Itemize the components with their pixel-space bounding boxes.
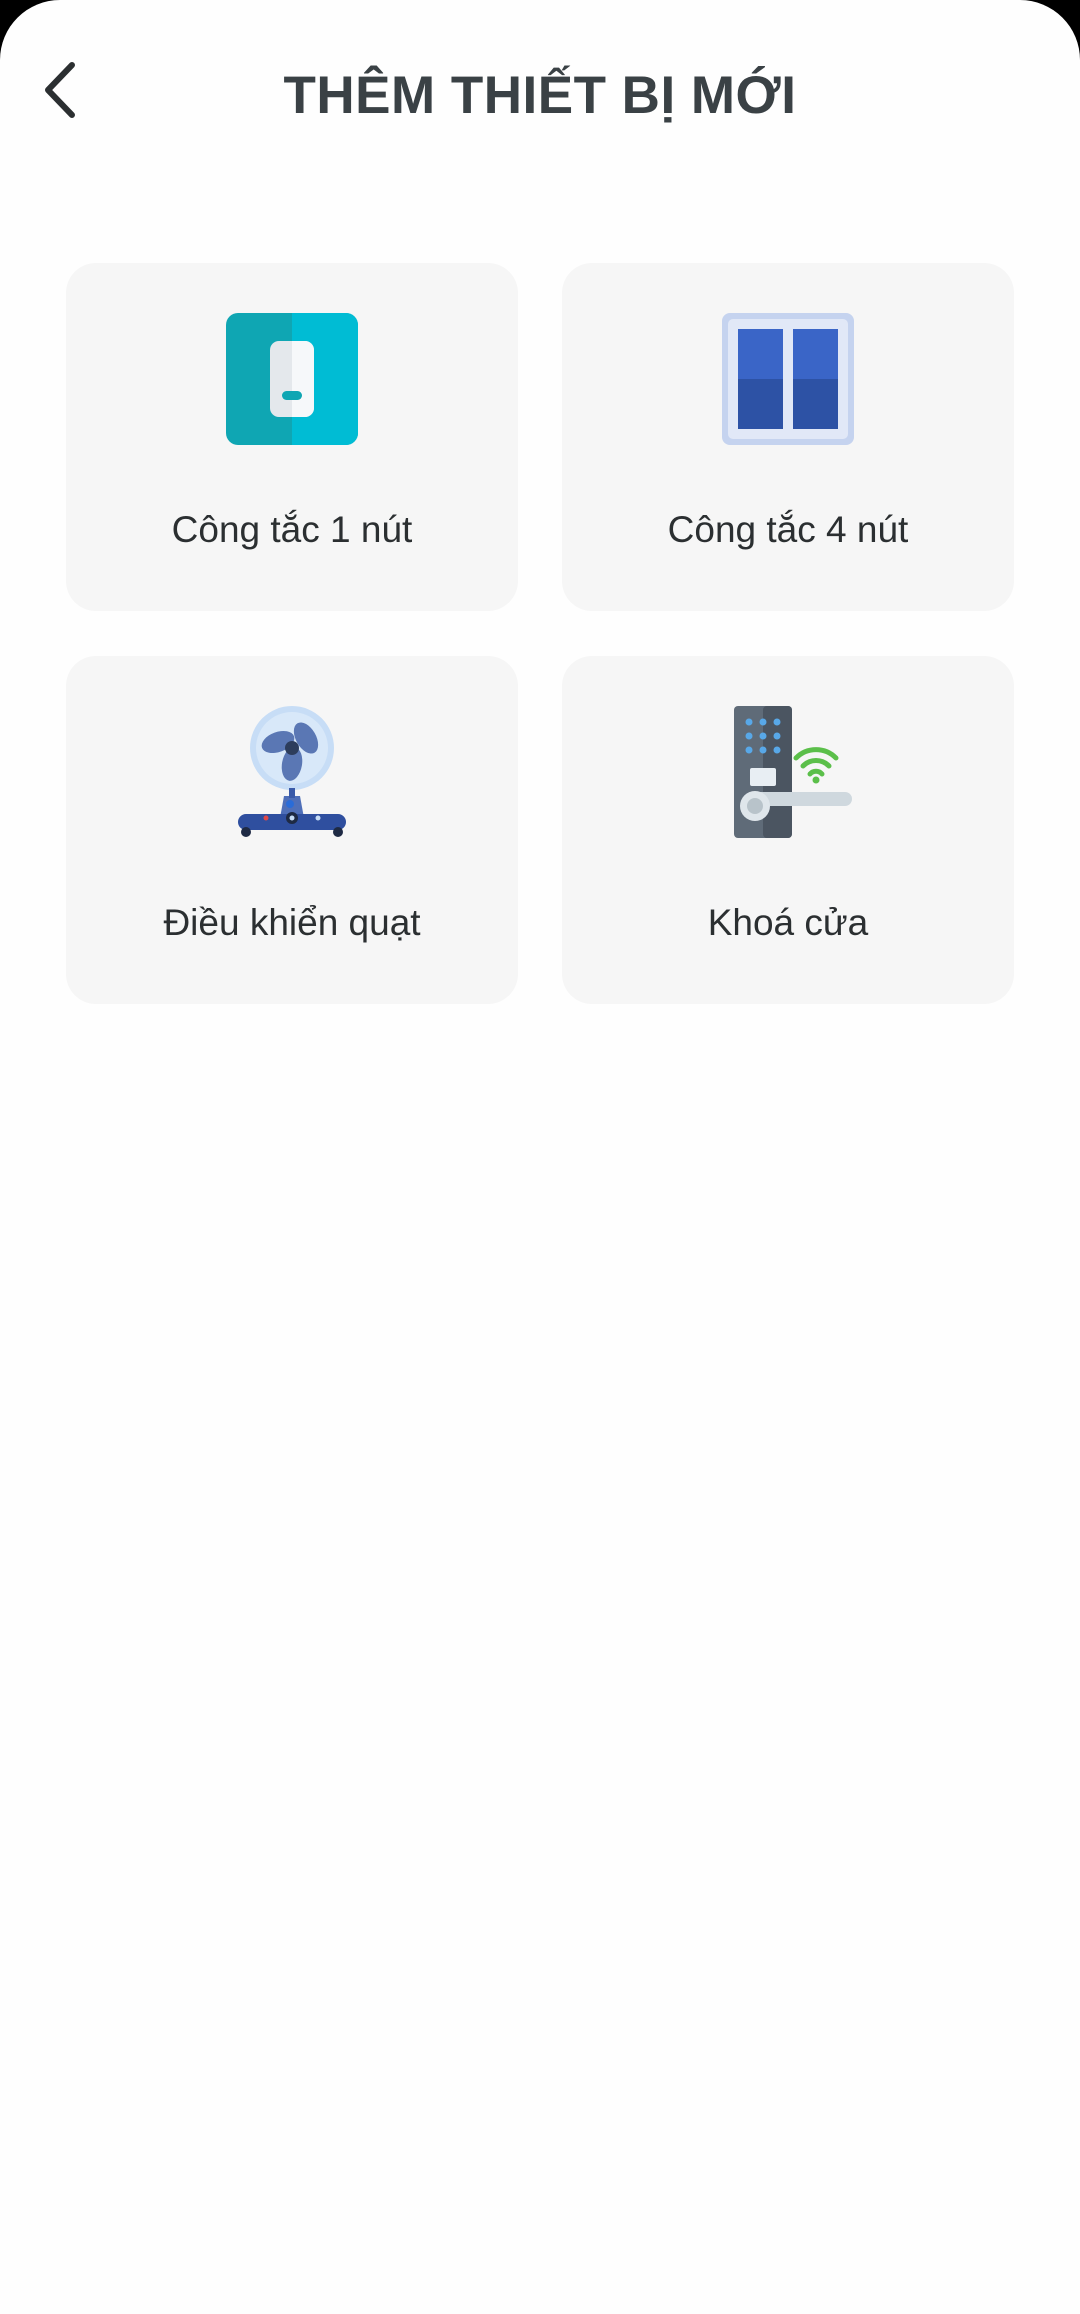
device-grid: Công tắc 1 nút Công tắc 4 nút Điều khiển… bbox=[66, 263, 1014, 1004]
device-label: Điều khiển quạt bbox=[163, 902, 421, 943]
device-label: Công tắc 4 nút bbox=[667, 509, 909, 550]
device-card-door-lock[interactable]: Khoá cửa bbox=[562, 656, 1014, 1004]
device-card-fan[interactable]: Điều khiển quạt bbox=[66, 656, 518, 1004]
device-card-four-gang-switch[interactable]: Công tắc 4 nút bbox=[562, 263, 1014, 611]
page-title: THÊM THIẾT BỊ MỚI bbox=[283, 66, 797, 125]
device-card-single-switch[interactable]: Công tắc 1 nút bbox=[66, 263, 518, 611]
fan-icon bbox=[238, 706, 346, 837]
screen: THÊM THIẾT BỊ MỚI Công tắc 1 nút Công tắ… bbox=[0, 0, 1080, 2314]
device-label: Khoá cửa bbox=[707, 902, 869, 943]
device-label: Công tắc 1 nút bbox=[171, 509, 413, 550]
smart-door-lock-icon bbox=[734, 706, 852, 838]
header: THÊM THIẾT BỊ MỚI bbox=[0, 0, 1080, 190]
four-gang-switch-icon bbox=[722, 313, 854, 445]
single-switch-icon bbox=[226, 313, 358, 445]
